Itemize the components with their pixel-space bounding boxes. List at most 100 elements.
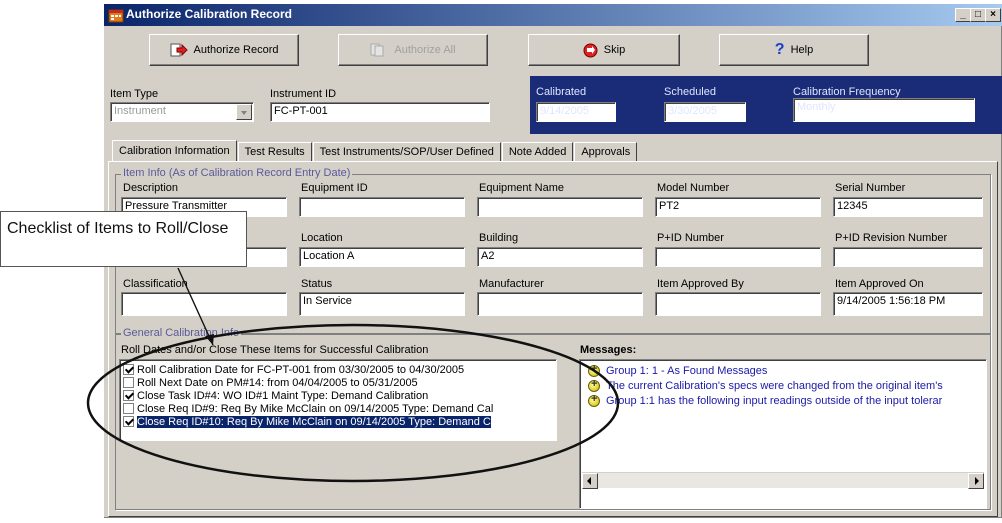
help-label: Help (790, 44, 814, 56)
maximize-button[interactable]: □ (970, 8, 986, 22)
message-text: Group 1: 1 - As Found Messages (606, 365, 768, 377)
help-question-icon: ? (774, 41, 785, 58)
general-calibration-title: General Calibration Info (121, 327, 242, 339)
status-field[interactable]: In Service (299, 292, 465, 316)
tab-strip: Calibration Information Test Results Tes… (112, 140, 638, 162)
calibrated-field[interactable]: 9/14/2005 (536, 102, 616, 122)
title-bar[interactable]: Authorize Calibration Record _ □ × (104, 4, 1002, 26)
equipment-name-field[interactable] (477, 197, 643, 217)
manufacturer-field[interactable] (477, 292, 643, 316)
skip-button[interactable]: Skip (528, 34, 680, 66)
checklist-item-text: Close Task ID#4: WO ID#1 Maint Type: Dem… (137, 389, 429, 402)
pid-number-label: P+ID Number (657, 232, 724, 244)
classification-label: Classification (123, 278, 188, 290)
serial-number-label: Serial Number (835, 182, 906, 194)
scroll-left-arrow-icon (587, 477, 591, 485)
serial-number-field[interactable]: 12345 (833, 197, 983, 217)
checklist-item-text: Roll Next Date on PM#14: from 04/04/2005… (137, 376, 418, 389)
callout-text: Checklist of Items to Roll/Close (7, 220, 229, 237)
building-field[interactable]: A2 (477, 247, 643, 267)
status-label: Status (301, 278, 333, 290)
item-approved-by-label: Item Approved By (657, 278, 744, 290)
close-button[interactable]: × (985, 8, 1001, 22)
header-dates-panel: Calibrated 9/14/2005 Scheduled 3/30/2005… (530, 76, 1002, 134)
authorize-all-icon (370, 43, 384, 57)
item-approved-on-field[interactable]: 9/14/2005 1:56:18 PM (833, 292, 983, 316)
checkbox[interactable] (123, 390, 134, 401)
location-field[interactable]: Location A (299, 247, 465, 267)
minimize-button[interactable]: _ (955, 8, 971, 22)
message-item[interactable]: The current Calibration's specs were cha… (588, 378, 943, 393)
checklist-item-text: Roll Calibration Date for FC-PT-001 from… (137, 363, 465, 376)
authorize-arrow-icon (170, 43, 188, 57)
classification-field[interactable] (121, 292, 287, 316)
tab-test-results[interactable]: Test Results (237, 142, 312, 162)
equipment-id-field[interactable] (299, 197, 465, 217)
calendar-app-icon (108, 9, 124, 23)
checkbox[interactable] (123, 377, 134, 388)
messages-list[interactable]: Group 1: 1 - As Found Messages The curre… (579, 359, 987, 509)
checklist-item[interactable]: Roll Calibration Date for FC-PT-001 from… (123, 363, 464, 376)
window-title: Authorize Calibration Record (126, 7, 293, 21)
message-item[interactable]: Group 1: 1 - As Found Messages (588, 363, 768, 378)
checklist-item[interactable]: Close Task ID#4: WO ID#1 Maint Type: Dem… (123, 389, 428, 402)
item-type-label: Item Type (110, 88, 159, 100)
skip-icon (583, 43, 598, 57)
item-info-title: Item Info (As of Calibration Record Entr… (121, 167, 353, 179)
model-number-label: Model Number (657, 182, 730, 194)
messages-horizontal-scrollbar[interactable] (582, 472, 984, 489)
skip-label: Skip (603, 44, 626, 56)
model-number-field[interactable]: PT2 (655, 197, 821, 217)
authorize-all-label: Authorize All (394, 44, 456, 56)
checkbox[interactable] (123, 364, 134, 375)
roll-dates-label: Roll Dates and/or Close These Items for … (121, 344, 429, 356)
scroll-right-arrow-icon (975, 477, 979, 485)
expand-node-icon[interactable] (588, 378, 600, 392)
scroll-left-button[interactable] (582, 473, 598, 489)
scheduled-label: Scheduled (664, 86, 716, 98)
checklist-item-text: Close Req ID#9: Req By Mike McClain on 0… (137, 402, 494, 415)
authorize-record-label: Authorize Record (193, 44, 279, 56)
message-item[interactable]: Group 1:1 has the following input readin… (588, 393, 943, 408)
tab-calibration-information[interactable]: Calibration Information (112, 140, 237, 162)
help-button[interactable]: ? Help (719, 34, 869, 66)
equipment-name-label: Equipment Name (479, 182, 564, 194)
expand-node-icon[interactable] (588, 363, 600, 377)
calibration-frequency-label: Calibration Frequency (793, 86, 901, 98)
item-type-dropdown[interactable]: Instrument (110, 102, 254, 122)
checkbox[interactable] (123, 416, 134, 427)
header-left-panel: Item Type Instrument Instrument ID FC-PT… (108, 76, 530, 134)
pid-revision-field[interactable] (833, 247, 983, 267)
scheduled-field[interactable]: 3/30/2005 (664, 102, 746, 122)
instrument-id-field[interactable]: FC-PT-001 (270, 102, 490, 122)
authorize-all-button[interactable]: Authorize All (338, 34, 488, 66)
tab-approvals[interactable]: Approvals (574, 142, 638, 162)
location-label: Location (301, 232, 343, 244)
checklist-item[interactable]: Close Req ID#9: Req By Mike McClain on 0… (123, 402, 493, 415)
roll-close-checklist[interactable]: Roll Calibration Date for FC-PT-001 from… (119, 359, 557, 441)
callout-box: Checklist of Items to Roll/Close (0, 211, 247, 267)
item-approved-by-field[interactable] (655, 292, 821, 316)
message-text: The current Calibration's specs were cha… (606, 380, 943, 392)
scroll-right-button[interactable] (968, 473, 984, 489)
messages-label: Messages: (580, 344, 637, 356)
calibrated-label: Calibrated (536, 86, 587, 98)
pid-number-field[interactable] (655, 247, 821, 267)
manufacturer-label: Manufacturer (479, 278, 544, 290)
checklist-item[interactable]: Roll Next Date on PM#14: from 04/04/2005… (123, 376, 418, 389)
checkbox[interactable] (123, 403, 134, 414)
equipment-id-label: Equipment ID (301, 182, 368, 194)
tab-note-added[interactable]: Note Added (501, 142, 574, 162)
instrument-id-label: Instrument ID (270, 88, 337, 100)
authorize-record-button[interactable]: Authorize Record (149, 34, 299, 66)
building-label: Building (479, 232, 519, 244)
checklist-item[interactable]: Close Req ID#10: Req By Mike McClain on … (123, 415, 491, 428)
checklist-item-text: Close Req ID#10: Req By Mike McClain on … (137, 415, 491, 428)
description-label: Description (123, 182, 179, 194)
tab-test-instruments[interactable]: Test Instruments/SOP/User Defined (312, 142, 501, 162)
chevron-down-icon[interactable] (236, 104, 252, 120)
pid-revision-label: P+ID Revision Number (835, 232, 948, 244)
calibration-frequency-field[interactable]: Monthly (793, 98, 975, 122)
expand-node-icon[interactable] (588, 393, 600, 407)
message-text: Group 1:1 has the following input readin… (606, 395, 943, 407)
